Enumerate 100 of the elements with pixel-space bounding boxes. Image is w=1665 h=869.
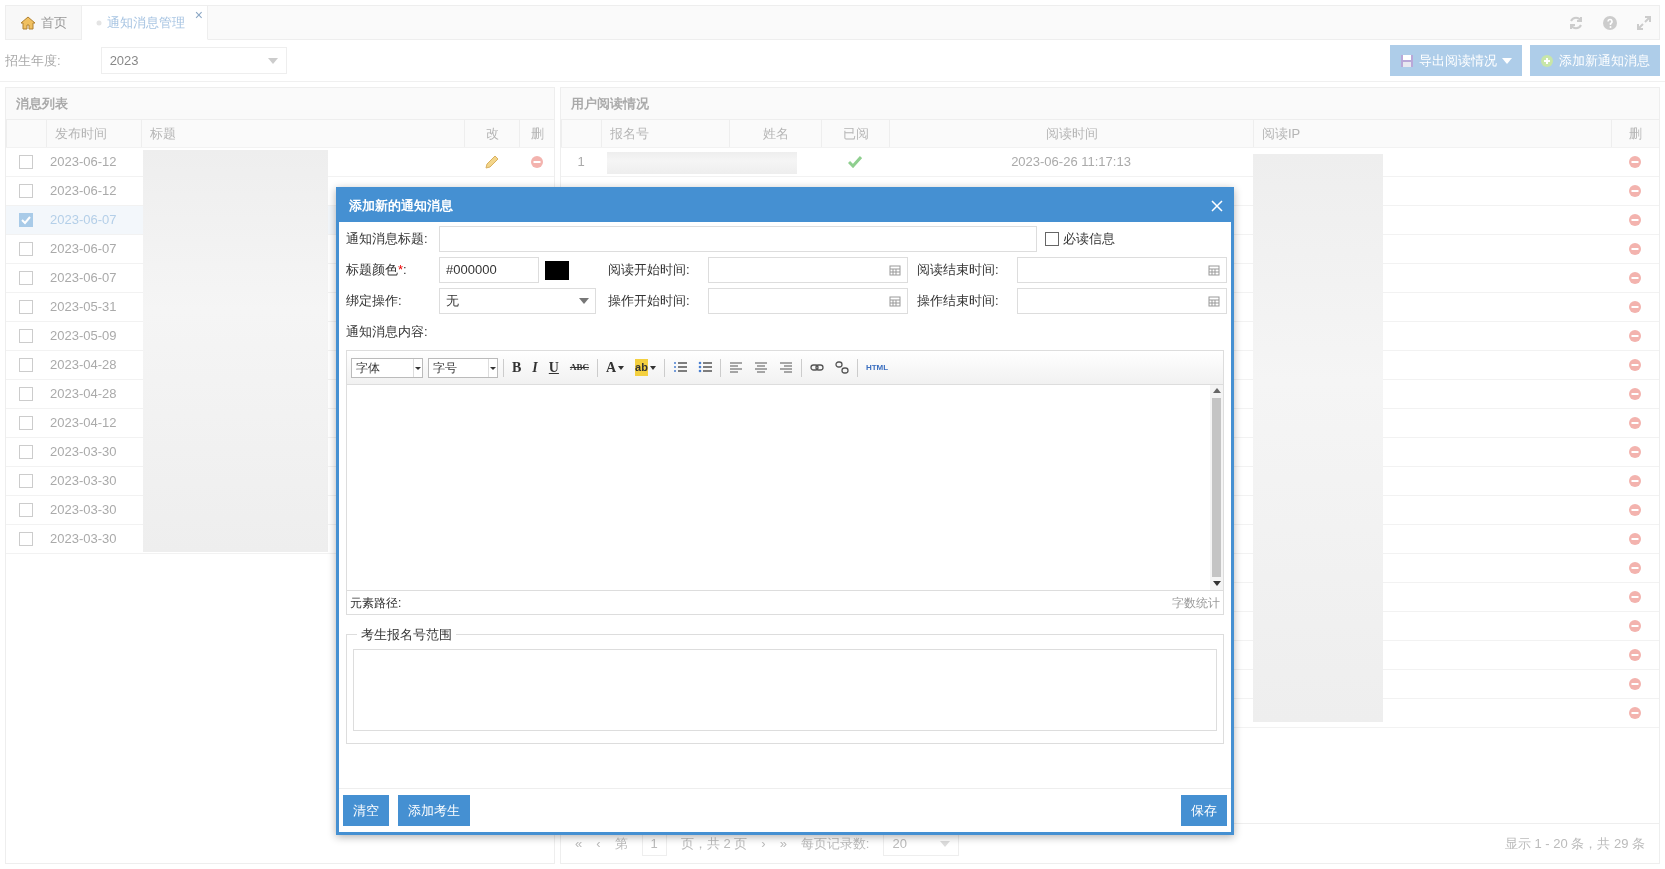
bind-select[interactable]: 无 (439, 288, 596, 314)
delete-icon[interactable] (1628, 677, 1642, 691)
row-checkbox[interactable] (19, 271, 33, 285)
last-page-button[interactable]: » (779, 833, 787, 854)
delete-icon[interactable] (1628, 648, 1642, 662)
column-header: 删 (1611, 120, 1659, 147)
refresh-icon[interactable] (1569, 15, 1583, 30)
year-select[interactable]: 2023 (100, 47, 287, 74)
unlink-icon[interactable] (834, 361, 849, 374)
date-input[interactable] (1017, 288, 1227, 314)
calendar-icon (889, 295, 901, 307)
scroll-down-icon[interactable] (1212, 581, 1221, 587)
row-checkbox[interactable] (19, 358, 33, 372)
delete-icon[interactable] (1628, 416, 1642, 430)
dialog-button[interactable]: 清空 (343, 795, 389, 826)
delete-icon[interactable] (1628, 619, 1642, 633)
color-input[interactable]: #000000 (439, 257, 539, 283)
row-checkbox[interactable] (19, 532, 33, 546)
delete-icon[interactable] (1628, 503, 1642, 517)
dialog-button[interactable]: 添加考生 (398, 795, 470, 826)
scroll-thumb[interactable] (1212, 398, 1221, 577)
required-checkbox[interactable] (1045, 232, 1059, 246)
close-icon[interactable] (1211, 200, 1223, 212)
delete-icon[interactable] (1628, 590, 1642, 604)
delete-icon[interactable] (1628, 271, 1642, 285)
size-select[interactable]: 字号 (428, 357, 498, 378)
title-input[interactable] (439, 226, 1037, 252)
italic-button[interactable]: I (532, 357, 538, 378)
delete-icon[interactable] (529, 155, 544, 169)
date-input[interactable] (1017, 257, 1227, 283)
delete-icon[interactable] (1628, 532, 1642, 546)
caret-icon (940, 840, 951, 847)
dialog-title: 添加新的通知消息 (349, 197, 453, 216)
date-input[interactable] (708, 288, 908, 314)
color-swatch[interactable] (545, 260, 569, 280)
range-textarea[interactable] (353, 649, 1217, 731)
row-checkbox[interactable] (19, 474, 33, 488)
delete-icon[interactable] (1628, 329, 1642, 343)
date-cell-text: 2023-06-12 (49, 182, 118, 201)
delete-icon[interactable] (1628, 561, 1642, 575)
date-cell-text: 2023-06-12 (49, 153, 118, 172)
delete-icon[interactable] (1628, 706, 1642, 720)
per-page-label: 每页记录数: (800, 834, 870, 853)
font-color-button[interactable]: A (605, 357, 625, 378)
calendar-icon (1208, 295, 1220, 307)
strikethrough-button[interactable]: ABC (569, 360, 589, 375)
field-label: 阅读开始时间: (608, 261, 691, 280)
numbered-list-icon[interactable] (672, 361, 687, 374)
panel-title: 用户阅读情况 (561, 88, 1659, 120)
scroll-up-icon[interactable] (1212, 388, 1221, 394)
row-checkbox[interactable] (19, 387, 33, 401)
delete-icon[interactable] (1628, 474, 1642, 488)
row-checkbox[interactable] (19, 445, 33, 459)
next-page-button[interactable]: › (761, 833, 766, 854)
row-checkbox[interactable] (19, 300, 33, 314)
align-left-icon[interactable] (728, 361, 743, 374)
column-header: 发布时间 (46, 120, 141, 147)
date-cell-text: 2023-04-28 (49, 356, 118, 375)
row-checkbox[interactable] (19, 329, 33, 343)
html-button[interactable]: HTML (865, 361, 889, 374)
bold-button[interactable]: B (512, 357, 522, 378)
delete-icon[interactable] (1628, 184, 1642, 198)
first-page-button[interactable]: « (575, 833, 583, 854)
field-label: 通知消息标题: (345, 230, 429, 249)
help-icon[interactable] (1603, 15, 1617, 30)
pencil-icon[interactable] (483, 154, 500, 170)
row-checkbox[interactable] (19, 503, 33, 517)
previous-page-button[interactable]: ‹ (596, 833, 601, 854)
underline-button[interactable]: U (548, 357, 559, 378)
delete-icon[interactable] (1628, 300, 1642, 314)
page-total: 页，共 2 页 (680, 834, 748, 853)
bullet-list-icon[interactable] (697, 361, 712, 374)
expand-icon[interactable] (1637, 15, 1651, 30)
delete-icon[interactable] (1628, 242, 1642, 256)
align-center-icon[interactable] (753, 361, 768, 374)
row-checkbox[interactable] (19, 155, 33, 169)
delete-icon[interactable] (1628, 213, 1642, 227)
row-checkbox[interactable] (19, 213, 33, 227)
calendar-icon (1208, 264, 1220, 276)
scrollbar[interactable] (1210, 385, 1223, 590)
dialog-button[interactable]: 保存 (1181, 795, 1227, 826)
date-cell-text: 2023-06-07 (49, 211, 118, 230)
row-checkbox[interactable] (19, 184, 33, 198)
date-cell-text: 2023-05-09 (49, 327, 118, 346)
delete-icon[interactable] (1628, 445, 1642, 459)
delete-icon[interactable] (1628, 358, 1642, 372)
date-cell-text: 2023-03-30 (49, 501, 118, 520)
close-button[interactable]: × (194, 5, 203, 26)
row-checkbox[interactable] (19, 416, 33, 430)
delete-icon[interactable] (1628, 155, 1642, 169)
align-right-icon[interactable] (778, 361, 793, 374)
font-select[interactable]: 字体 (351, 357, 423, 378)
date-cell-text: 2023-06-07 (49, 240, 118, 259)
link-icon[interactable] (809, 361, 824, 374)
date-input[interactable] (708, 257, 908, 283)
delete-icon[interactable] (1628, 387, 1642, 401)
row-checkbox[interactable] (19, 242, 33, 256)
caret-icon (579, 298, 589, 304)
tab[interactable]: 通知消息管理 × (82, 6, 208, 40)
caret-icon (618, 365, 625, 370)
